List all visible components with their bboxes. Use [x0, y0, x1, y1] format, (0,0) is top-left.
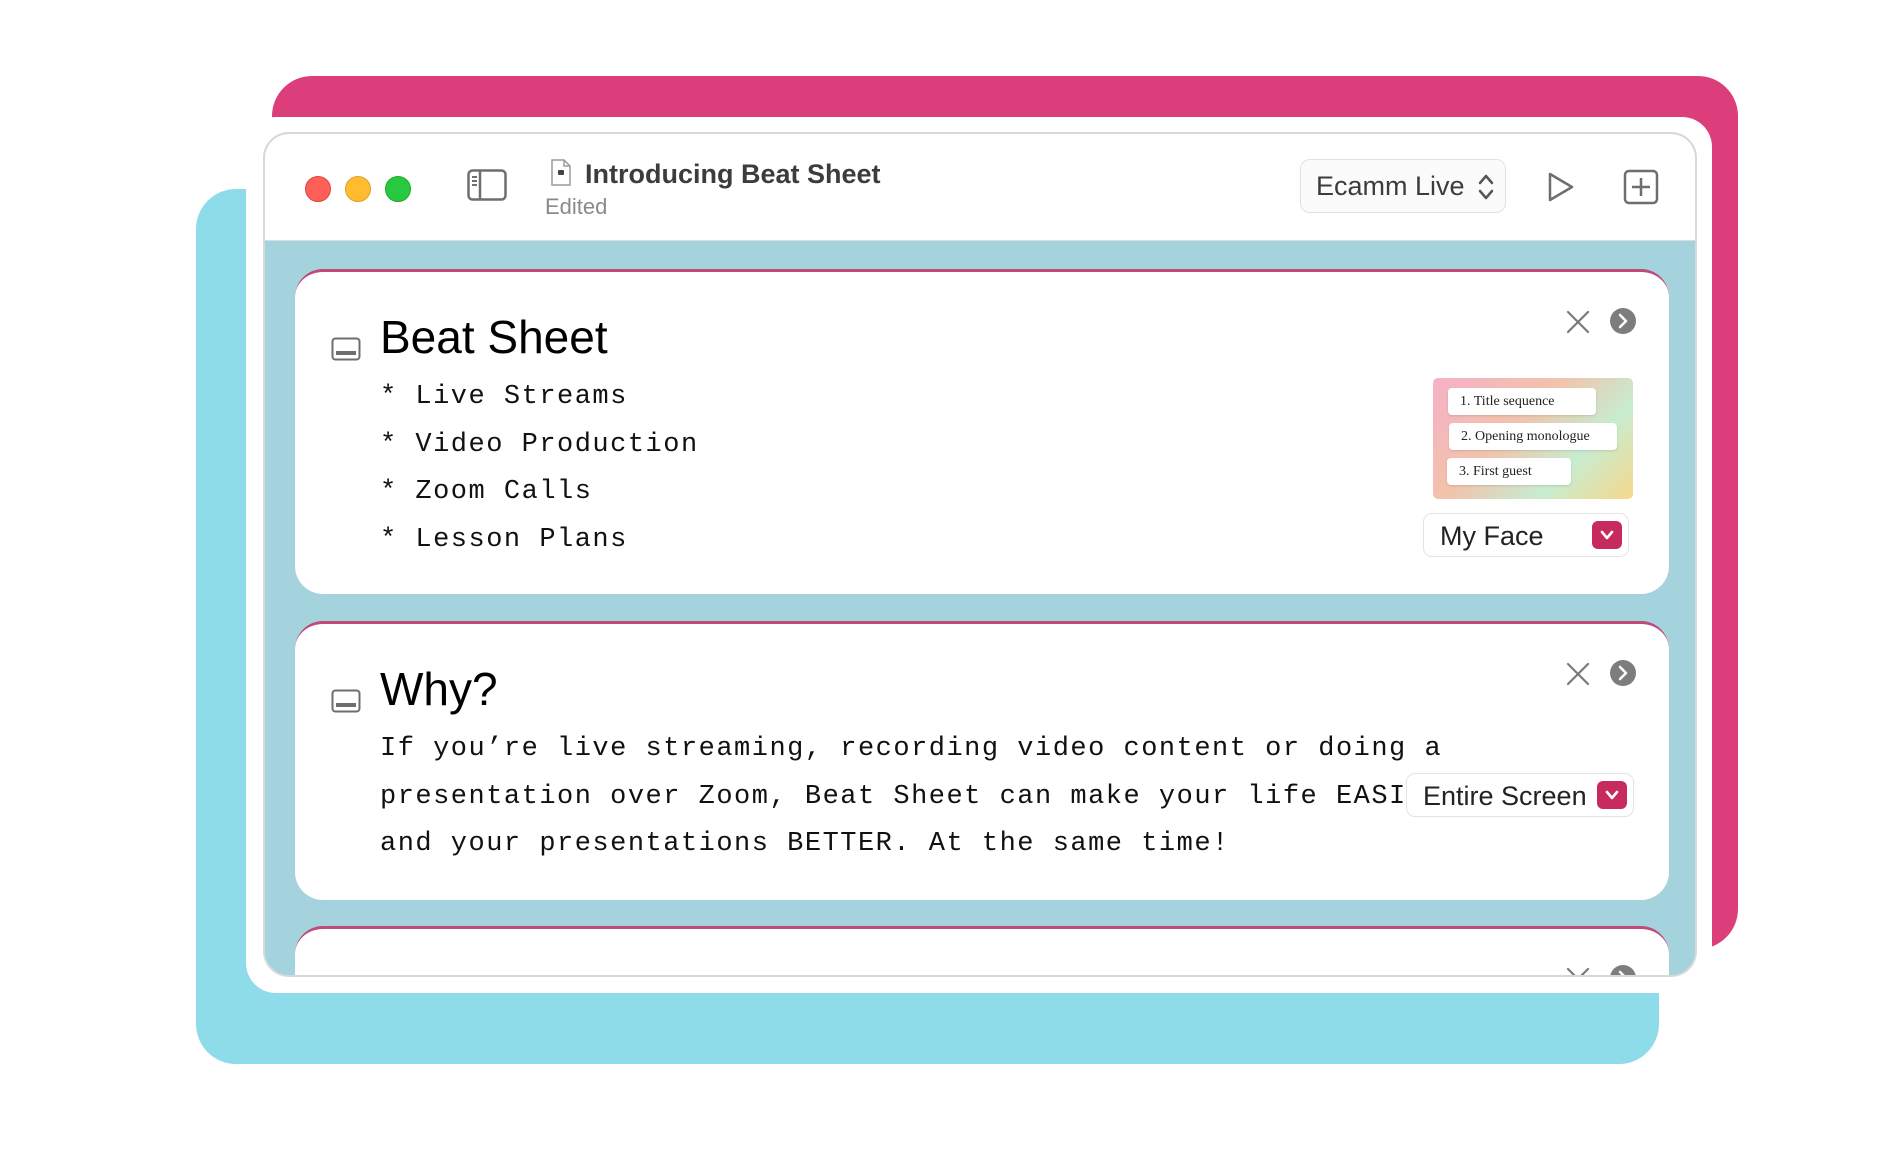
close-icon[interactable]	[1565, 966, 1591, 977]
card-body-line: * Zoom Calls	[380, 477, 593, 507]
camera-select-label: My Face	[1440, 521, 1544, 551]
thumbnail-note: 3. First guest	[1447, 458, 1571, 485]
chevron-right-circle-icon[interactable]	[1609, 964, 1637, 977]
dropdown-button[interactable]	[1592, 521, 1622, 549]
card-body-line: * Video Production	[380, 429, 699, 460]
close-icon[interactable]	[1565, 661, 1591, 687]
sidebar-toggle-icon[interactable]	[467, 169, 507, 201]
card-title: “Sweet Script”	[380, 967, 669, 975]
card-collapse-icon[interactable]	[331, 689, 361, 713]
card-body-line: and your presentations BETTER. At the sa…	[380, 829, 1230, 859]
chevron-down-icon	[1600, 530, 1614, 540]
title-bar: Introducing Beat Sheet Edited Ecamm Live	[265, 134, 1695, 241]
thumbnail-note: 2. Opening monologue	[1449, 423, 1617, 450]
chevron-right-circle-icon[interactable]	[1609, 659, 1637, 687]
card-body-line: * Live Streams	[380, 382, 628, 412]
zoom-window-button[interactable]	[385, 176, 411, 202]
slide-thumbnail[interactable]: 1. Title sequence 2. Opening monologue 3…	[1433, 378, 1633, 499]
card-body-line: If you’re live streaming, recording vide…	[380, 734, 1443, 764]
chevron-up-down-icon	[1478, 174, 1494, 200]
card-body-line: presentation over Zoom, Beat Sheet can m…	[380, 781, 1443, 812]
document-icon	[551, 159, 571, 186]
camera-select-label: Entire Screen	[1423, 781, 1587, 811]
thumbnail-note: 1. Title sequence	[1448, 388, 1596, 415]
card-body-line: * Lesson Plans	[380, 524, 628, 555]
minimize-window-button[interactable]	[345, 176, 371, 202]
dropdown-button[interactable]	[1597, 781, 1627, 809]
card-body[interactable]: * Live Streams * Video Production * Zoom…	[380, 374, 699, 564]
card-collapse-icon[interactable]	[331, 337, 361, 361]
chevron-right-circle-icon[interactable]	[1609, 307, 1637, 335]
beat-card[interactable]: Why? If you’re live streaming, recording…	[295, 621, 1669, 900]
source-select-label: Ecamm Live	[1316, 171, 1465, 201]
card-body[interactable]: If you’re live streaming, recording vide…	[380, 726, 1442, 869]
beat-card[interactable]: “Sweet Script”	[295, 926, 1669, 977]
beat-card[interactable]: Beat Sheet * Live Streams * Video Produc…	[295, 269, 1669, 594]
source-select[interactable]: Ecamm Live	[1300, 159, 1506, 213]
document-status: Edited	[545, 194, 608, 219]
camera-select[interactable]: Entire Screen	[1406, 773, 1634, 817]
camera-select[interactable]: My Face	[1423, 513, 1629, 557]
close-icon[interactable]	[1565, 309, 1591, 335]
plus-square-icon[interactable]	[1621, 167, 1661, 207]
chevron-down-icon	[1605, 790, 1619, 800]
close-window-button[interactable]	[305, 176, 331, 202]
document-title: Introducing Beat Sheet	[585, 159, 881, 189]
play-icon[interactable]	[1540, 167, 1580, 207]
app-window: Introducing Beat Sheet Edited Ecamm Live…	[263, 132, 1697, 977]
card-title: Why?	[380, 663, 498, 715]
card-title: Beat Sheet	[380, 311, 608, 363]
